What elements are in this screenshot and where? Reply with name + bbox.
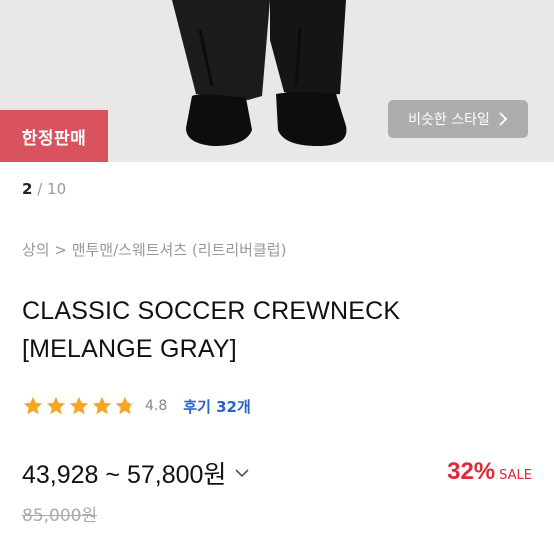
chevron-right-icon — [499, 112, 508, 126]
product-title-line1: CLASSIC SOCCER CREWNECK — [22, 297, 401, 325]
price-currency: 원 — [203, 460, 227, 489]
product-title: CLASSIC SOCCER CREWNECK [MELANGE GRAY] — [22, 292, 522, 368]
discount-percent: 32% — [447, 458, 496, 485]
similar-style-label: 비슷한 스타일 — [408, 112, 490, 128]
star-icon — [23, 396, 43, 415]
product-image-carousel[interactable]: 한정판매 비슷한 스타일 — [0, 0, 554, 162]
limited-sale-badge: 한정판매 — [0, 110, 108, 162]
pager-total: 10 — [47, 180, 67, 198]
rating-row[interactable]: 4.8 후기 32개 — [22, 394, 251, 418]
original-price: 85,000원 — [22, 506, 98, 526]
discount-badge: 32% SALE — [447, 458, 532, 486]
star-half-icon — [115, 396, 135, 415]
star-icon — [92, 396, 112, 415]
sale-label: SALE — [499, 468, 532, 483]
price-range-value: 43,928 ~ 57,800 — [22, 461, 204, 489]
star-icon — [46, 396, 66, 415]
pager-separator: / — [32, 180, 48, 198]
price-range: 43,928 ~ 57,800원 — [22, 455, 226, 491]
breadcrumb[interactable]: 상의 > 맨투맨/스웨트셔츠 (리트리버클럽) — [22, 239, 286, 260]
review-count-link[interactable]: 후기 32개 — [183, 396, 251, 417]
similar-style-button[interactable]: 비슷한 스타일 — [388, 100, 528, 138]
product-title-line2: [MELANGE GRAY] — [22, 335, 237, 363]
rating-value: 4.8 — [145, 398, 168, 414]
price-range-selector[interactable]: 43,928 ~ 57,800원 — [22, 455, 250, 491]
chevron-down-icon — [235, 469, 250, 478]
star-icon — [69, 396, 89, 415]
image-pager: 2 / 10 — [22, 180, 66, 198]
pager-current: 2 — [22, 180, 33, 198]
